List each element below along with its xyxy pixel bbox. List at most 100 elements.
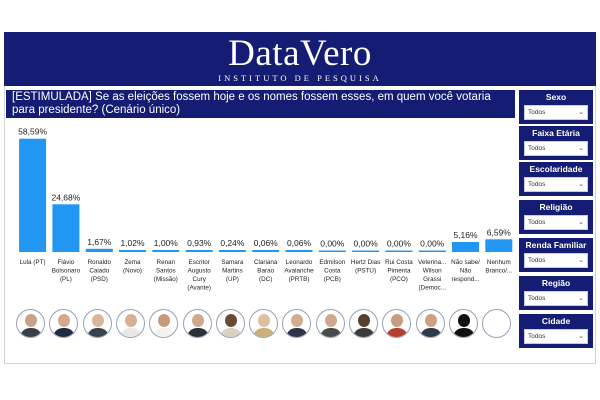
candidate-avatar [49, 309, 79, 338]
chart-title: [ESTIMULADA] Se as eleições fossem hoje … [6, 90, 515, 118]
avatar-body [219, 328, 242, 337]
avatar-body [353, 328, 375, 337]
avatar-face [291, 314, 304, 327]
bar[interactable] [19, 138, 47, 252]
avatar-face [457, 314, 470, 327]
chevron-down-icon[interactable]: ⌄ [578, 216, 584, 229]
chevron-down-icon[interactable]: ⌄ [578, 254, 584, 267]
candidate-avatar [349, 309, 378, 338]
data-label: 1,67% [87, 237, 112, 247]
candidate-avatar [315, 309, 345, 338]
avatar-face [258, 314, 271, 327]
filter-label: Renda Familiar [525, 240, 587, 250]
filter-dropdown[interactable]: Todos ⌄ [524, 253, 588, 268]
bar[interactable] [252, 250, 280, 252]
category-label: Veterina... Wilson Grassi (Democ... [418, 259, 447, 292]
candidate-photo-row [14, 309, 514, 341]
bar[interactable] [85, 248, 113, 252]
category-label: Rui Costa Pimenta (PCO) [385, 259, 413, 283]
bar[interactable] [152, 250, 180, 252]
avatar-body [419, 328, 442, 337]
candidate-avatar [149, 309, 179, 338]
chevron-down-icon[interactable]: ⌄ [578, 142, 584, 155]
bar[interactable] [385, 250, 413, 253]
avatar-face [191, 314, 204, 327]
filter-label: Sexo [545, 92, 567, 102]
avatar-face [324, 314, 337, 327]
bar[interactable] [352, 250, 380, 253]
avatar-face [358, 314, 370, 327]
data-label: 58,59% [18, 127, 47, 137]
bar-chart-svg: 58,59% Lula (PT) 24,68% Flávio Bolsonaro (PL)… [18, 127, 513, 292]
filter-label: Cidade [541, 316, 571, 326]
category-label: Nenhum Branco/... [485, 259, 512, 275]
avatar-face [424, 314, 437, 327]
filter-value: Todos [528, 257, 546, 264]
filter-dropdown[interactable]: Todos ⌄ [524, 291, 588, 306]
avatar-body [53, 328, 76, 337]
filter-card: Sexo Todos ⌄ [519, 90, 593, 124]
avatar-body [386, 328, 409, 337]
candidate-avatar [82, 309, 112, 338]
filter-card: Cidade Todos ⌄ [519, 314, 593, 348]
avatar-body [253, 328, 276, 337]
filter-card: Religião Todos ⌄ [519, 200, 593, 234]
bar[interactable] [52, 204, 80, 252]
data-label: 0,00% [420, 239, 445, 249]
filter-dropdown[interactable]: Todos ⌄ [524, 215, 588, 230]
data-label: 1,02% [120, 238, 145, 248]
avatar-body [319, 328, 342, 337]
candidate-avatar [215, 309, 245, 338]
chevron-down-icon[interactable]: ⌄ [578, 292, 584, 305]
candidate-avatar [382, 309, 412, 338]
data-label: 1,00% [154, 238, 179, 248]
avatar-body [186, 328, 209, 337]
avatar-body [153, 328, 176, 337]
filter-dropdown[interactable]: Todos ⌄ [524, 141, 588, 156]
avatar-face [58, 314, 71, 327]
avatar-body [86, 328, 109, 337]
candidate-avatar [249, 309, 279, 338]
filter-label: Escolaridade [529, 164, 583, 174]
data-label: 0,00% [387, 239, 412, 249]
bar[interactable] [218, 250, 246, 252]
category-label: Não sabe/Não respond... [451, 259, 480, 283]
category-label: Escritor Augusto Cury (Avante) [187, 259, 211, 292]
data-label: 0,93% [187, 238, 212, 248]
bar[interactable] [119, 250, 146, 252]
filter-dropdown[interactable]: Todos ⌄ [524, 177, 588, 192]
category-label: Lula (PT) [20, 259, 46, 266]
filter-card: Escolaridade Todos ⌄ [519, 162, 593, 196]
category-label: Leonardo Avalanche (PRTB) [284, 259, 314, 283]
silhouette-icon [448, 309, 478, 338]
category-label: Flávio Bolsonaro (PL) [52, 259, 81, 283]
category-label: Edmilson Costa (PCB) [319, 259, 345, 283]
avatar-face [25, 314, 37, 327]
avatar-body [20, 328, 42, 337]
blank-avatar [482, 309, 512, 338]
data-label: 5,16% [453, 230, 478, 240]
brand-logo: DataVero [228, 33, 372, 74]
bar[interactable] [452, 242, 479, 252]
candidate-avatar [16, 309, 45, 338]
candidate-avatar [115, 309, 145, 338]
category-label: Renan Santos (Missão) [154, 259, 178, 283]
data-label: 0,00% [320, 239, 345, 249]
category-label: Samara Martins (UP) [221, 259, 244, 283]
brand-tagline: INSTITUTO DE PESQUISA [218, 73, 382, 83]
bar[interactable] [285, 250, 313, 252]
chevron-down-icon[interactable]: ⌄ [578, 178, 584, 191]
chevron-down-icon[interactable]: ⌄ [578, 106, 584, 119]
chevron-down-icon[interactable]: ⌄ [578, 330, 584, 343]
filter-dropdown[interactable]: Todos ⌄ [524, 105, 588, 120]
avatar-face [158, 314, 171, 327]
category-label: Clariana Barao (DC) [254, 259, 278, 283]
bar[interactable] [418, 250, 446, 253]
filter-value: Todos [528, 295, 546, 302]
bar[interactable] [485, 239, 513, 252]
filter-dropdown[interactable]: Todos ⌄ [524, 329, 588, 344]
candidate-avatar [182, 309, 212, 338]
bar[interactable] [318, 250, 346, 253]
avatar-face [124, 314, 137, 327]
bar[interactable] [185, 250, 213, 252]
